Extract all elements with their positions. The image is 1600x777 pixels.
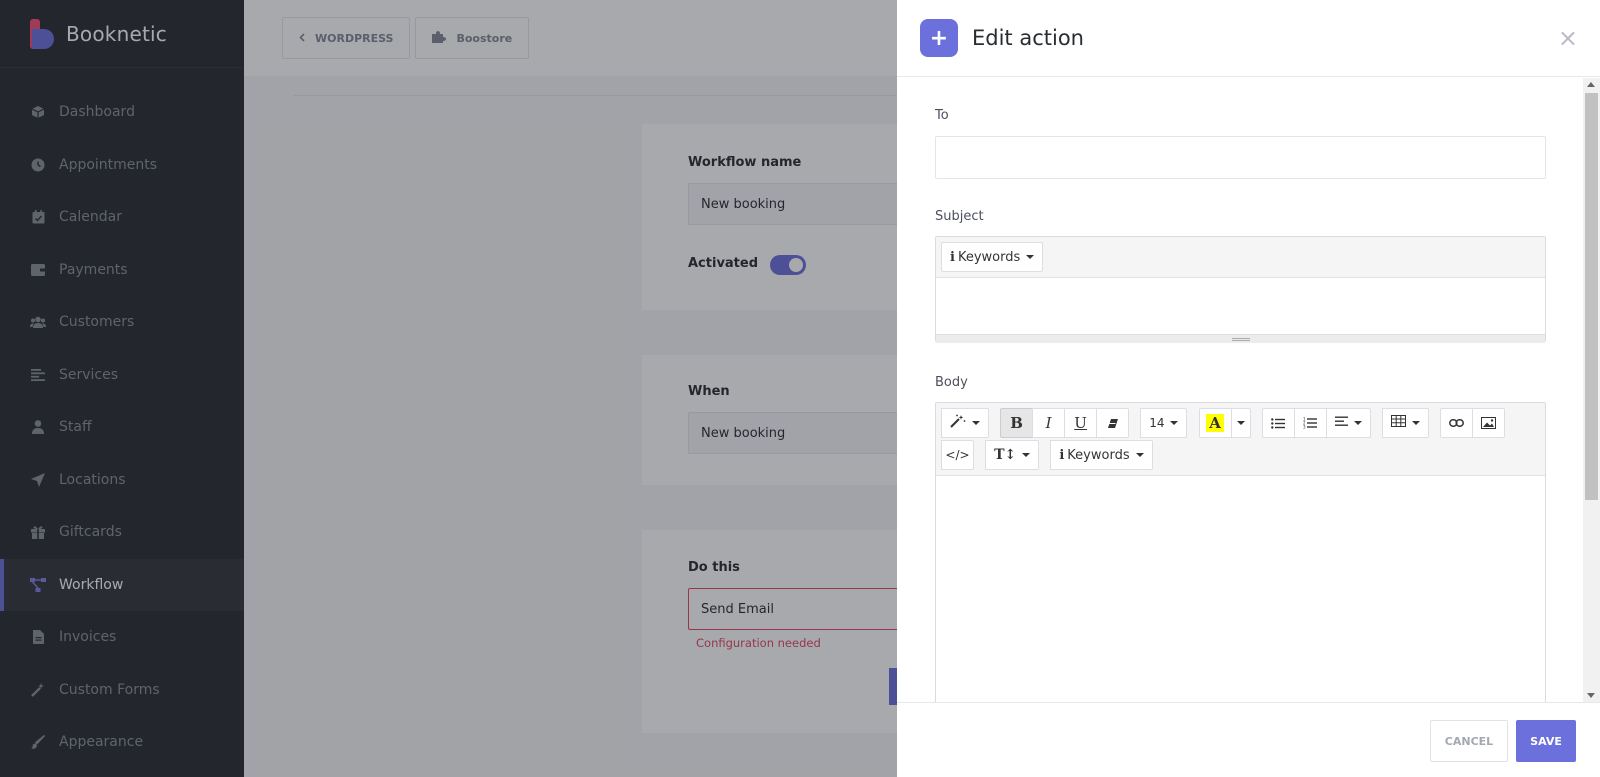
table-icon [1390, 415, 1406, 431]
panel-header: + Edit action × [897, 0, 1600, 77]
caret-down-icon [1135, 453, 1144, 457]
style-dropdown[interactable] [941, 408, 989, 438]
scroll-thumb[interactable] [1585, 93, 1598, 500]
code-group: </> [941, 439, 974, 471]
paragraph-group: 123 [1261, 407, 1371, 439]
caret-down-icon [1411, 421, 1420, 425]
edit-action-panel: + Edit action × To Subject i Keywords Bo… [897, 0, 1600, 777]
body-keywords-dropdown[interactable]: i Keywords [1050, 440, 1153, 470]
body-label: Body [935, 375, 968, 390]
to-label: To [935, 108, 949, 123]
caret-down-icon [1026, 255, 1035, 259]
body-editor: B I U 14 A 123 </> T↕ i Keywords [935, 402, 1546, 702]
align-left-icon [1334, 416, 1348, 431]
panel-title: Edit action [972, 26, 1084, 50]
italic-icon[interactable]: I [1032, 408, 1066, 438]
subject-label: Subject [935, 209, 984, 224]
subject-resize-handle[interactable] [936, 334, 1545, 343]
save-button[interactable]: SAVE [1516, 720, 1576, 762]
caret-down-icon [1170, 421, 1179, 425]
panel-body: To Subject i Keywords Body B I U 14 A 1 … [897, 78, 1600, 702]
panel-footer: CANCEL SAVE [897, 702, 1600, 777]
bold-icon[interactable]: B [1000, 408, 1034, 438]
keywords-label: Keywords [1067, 447, 1130, 463]
ordered-list-icon[interactable]: 123 [1293, 408, 1327, 438]
svg-text:3: 3 [1303, 425, 1306, 430]
font-size-dropdown[interactable]: 14 [1140, 408, 1188, 438]
caret-down-icon [1236, 421, 1245, 425]
caret-down-icon [972, 421, 980, 425]
table-group [1381, 407, 1429, 439]
link-icon[interactable] [1439, 408, 1473, 438]
body-toolbar: B I U 14 A 123 </> T↕ i Keywords [936, 403, 1545, 476]
text-color-icon[interactable]: A [1198, 408, 1232, 438]
font-style-group: B I U [1000, 407, 1130, 439]
caret-down-icon [1353, 421, 1362, 425]
subject-editor: i Keywords [935, 236, 1546, 343]
info-icon: i [950, 249, 955, 265]
line-height-dropdown[interactable]: T↕ [985, 440, 1040, 470]
scroll-down-arrow-icon[interactable] [1587, 693, 1595, 698]
close-icon[interactable]: × [1558, 24, 1578, 52]
info-icon: i [1059, 447, 1065, 463]
text-height-icon: T↕ [994, 447, 1017, 463]
font-size-value: 14 [1149, 416, 1165, 430]
table-dropdown[interactable] [1381, 408, 1429, 438]
keywords-label: Keywords [957, 249, 1021, 265]
scroll-up-arrow-icon[interactable] [1587, 82, 1595, 87]
color-dropdown[interactable] [1230, 408, 1251, 438]
subject-content-area[interactable] [936, 278, 1545, 334]
underline-icon[interactable]: U [1064, 408, 1098, 438]
keywords-group: i Keywords [1050, 439, 1153, 471]
text-height-group: T↕ [985, 439, 1040, 471]
color-group: A [1198, 407, 1251, 439]
subject-keywords-dropdown[interactable]: i Keywords [941, 242, 1044, 272]
image-icon[interactable] [1471, 408, 1505, 438]
panel-scrollbar[interactable] [1583, 78, 1600, 702]
cancel-button[interactable]: CANCEL [1430, 720, 1508, 762]
magic-wand-icon [950, 414, 966, 432]
font-size-group: 14 [1140, 407, 1188, 439]
subject-toolbar: i Keywords [936, 237, 1545, 278]
body-content-area[interactable] [936, 476, 1545, 676]
caret-down-icon [1022, 453, 1031, 457]
plus-icon: + [920, 19, 958, 57]
to-input[interactable] [935, 136, 1546, 179]
align-dropdown[interactable] [1325, 408, 1371, 438]
insert-group [1439, 407, 1505, 439]
eraser-icon[interactable] [1096, 408, 1130, 438]
style-group [941, 407, 989, 439]
code-view-icon[interactable]: </> [941, 440, 974, 470]
unordered-list-icon[interactable] [1261, 408, 1295, 438]
